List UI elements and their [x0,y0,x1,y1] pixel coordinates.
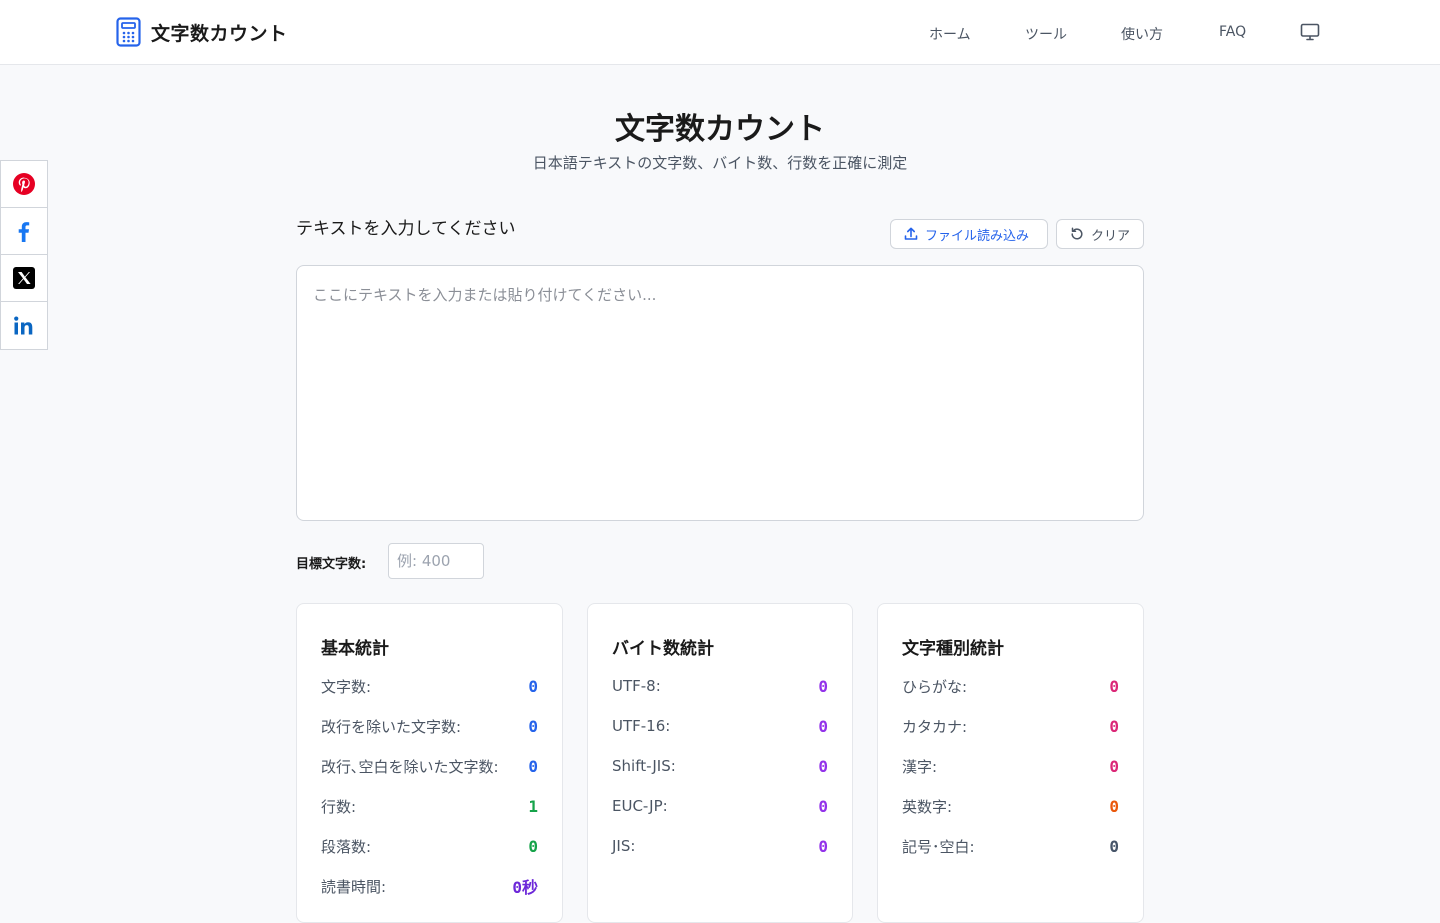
nav-home[interactable]: ホーム [929,24,971,44]
char-type-stats-card: 文字種別統計 ひらがな: 0 カタカナ: 0 漢字: 0 英数字: 0 記号･空白: 0 [877,603,1144,923]
stat-value: 0 [1109,836,1119,856]
site-header: 文字数カウント ホーム ツール 使い方 FAQ [0,0,1440,65]
byte-stats-card: バイト数統計 UTF-8: 0 UTF-16: 0 Shift-JIS: 0 EUC-JP:… [587,603,853,923]
logo-text: 文字数カウント [151,22,288,45]
stat-label: UTF-16: [612,717,671,735]
upload-icon [904,227,918,240]
stat-label: 記号･空白: [902,837,975,856]
target-count-input[interactable] [388,543,484,579]
stat-row: UTF-16: 0 [612,714,828,738]
stat-value: 0 [818,796,828,816]
card-title: 基本統計 [321,639,389,659]
stat-value: 0 [818,716,828,736]
stat-value: 0 [818,676,828,696]
stat-row: 行数: 1 [321,794,538,818]
input-label: テキストを入力してください [296,219,516,239]
stat-row: ひらがな: 0 [902,674,1119,698]
stat-label: 読書時間: [321,877,387,896]
nav-faq[interactable]: FAQ [1219,24,1246,40]
stat-value: 0 [528,756,538,776]
file-load-button[interactable]: ファイル読み込み [890,219,1048,249]
stat-row: 文字数: 0 [321,674,538,698]
file-load-label: ファイル読み込み [925,228,1030,244]
nav-tools[interactable]: ツール [1025,24,1067,44]
stat-row: 改行､空白を除いた文字数: 0 [321,754,538,778]
clear-label: クリア [1091,228,1131,244]
stat-value: 0 [528,676,538,696]
stat-label: 漢字: [902,757,938,776]
stat-label: ひらがな: [902,677,968,696]
nav-howto[interactable]: 使い方 [1121,24,1163,44]
stat-value: 0 [528,716,538,736]
stat-label: EUC-JP: [612,797,668,815]
stat-row: Shift-JIS: 0 [612,754,828,778]
stat-label: Shift-JIS: [612,757,676,775]
stat-value: 0 [818,756,828,776]
text-input[interactable] [296,265,1144,521]
basic-stats-card: 基本統計 文字数: 0 改行を除いた文字数: 0 改行､空白を除いた文字数: 0 行数: 1 段… [296,603,563,923]
stat-row: 記号･空白: 0 [902,834,1119,858]
stat-row: UTF-8: 0 [612,674,828,698]
share-facebook-button[interactable] [1,208,47,255]
share-bar [0,160,48,350]
stat-label: 行数: [321,797,357,816]
stat-value: 1 [528,796,538,816]
monitor-icon[interactable] [1300,22,1320,42]
stat-row: JIS: 0 [612,834,828,858]
facebook-icon [18,222,30,242]
clear-button[interactable]: クリア [1056,219,1144,249]
stat-label: 改行を除いた文字数: [321,717,462,736]
stat-value: 0秒 [512,878,538,897]
stat-label: JIS: [612,837,636,855]
stat-label: 改行､空白を除いた文字数: [321,757,499,776]
reset-icon [1071,227,1083,240]
logo[interactable]: 文字数カウント [116,17,288,47]
stat-value: 0 [1109,796,1119,816]
card-title: バイト数統計 [612,639,714,659]
stat-label: UTF-8: [612,677,661,695]
share-x-button[interactable] [1,255,47,302]
stat-row: 読書時間: 0秒 [321,874,538,898]
stat-value: 0 [1109,676,1119,696]
pinterest-icon [13,173,35,195]
page-subtitle: 日本語テキストの文字数、バイト数、行数を正確に測定 [532,154,908,172]
calculator-icon [116,17,141,47]
stat-label: 英数字: [902,797,953,816]
stat-row: 段落数: 0 [321,834,538,858]
stat-row: 漢字: 0 [902,754,1119,778]
stat-value: 0 [528,836,538,856]
stat-label: 文字数: [321,677,372,696]
card-title: 文字種別統計 [902,639,1004,659]
stat-row: カタカナ: 0 [902,714,1119,738]
stat-value: 0 [818,836,828,856]
stat-value: 0 [1109,756,1119,776]
stat-row: EUC-JP: 0 [612,794,828,818]
stat-value: 0 [1109,716,1119,736]
target-count-label: 目標文字数: [296,557,367,572]
page-title: 文字数カウント [615,112,825,147]
linkedin-icon [14,316,33,334]
stat-row: 英数字: 0 [902,794,1119,818]
stat-label: カタカナ: [902,717,968,736]
stat-label: 段落数: [321,837,372,856]
stat-row: 改行を除いた文字数: 0 [321,714,538,738]
share-linkedin-button[interactable] [1,302,47,349]
x-icon [13,267,35,289]
